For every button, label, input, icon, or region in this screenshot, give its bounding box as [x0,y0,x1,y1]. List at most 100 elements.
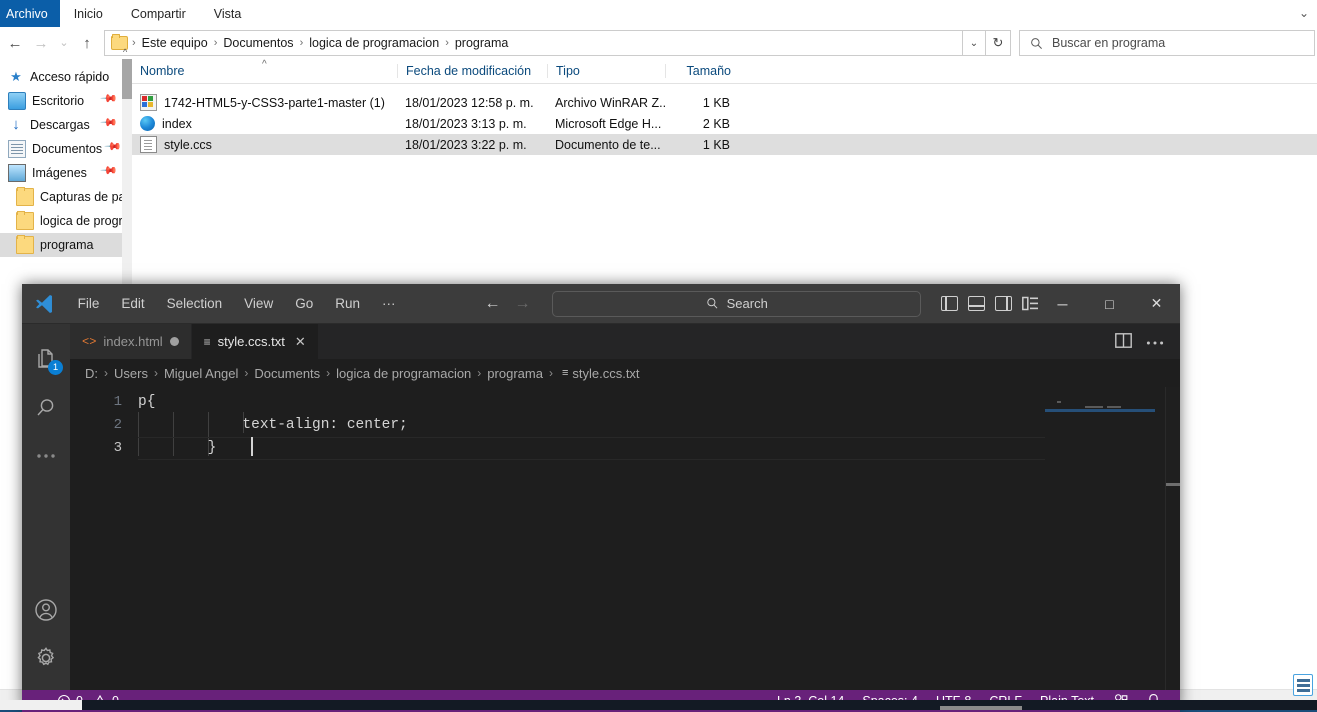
menu-more-icon[interactable]: ··· [371,284,407,323]
sidebar-item-settings[interactable] [22,634,70,682]
column-header-nombre[interactable]: Nombre ^ [132,59,397,78]
file-name-label: index [162,116,192,131]
sidebar-item-label: Imágenes [32,166,87,180]
breadcrumb-programa[interactable]: programa [484,366,546,381]
menu-edit[interactable]: Edit [110,284,155,323]
ribbon-tab-label: Vista [213,6,242,21]
table-row[interactable]: index 18/01/2023 3:13 p. m. Microsoft Ed… [132,113,1317,134]
file-name-cell: 1742-HTML5-y-CSS3-parte1-master (1) [132,94,397,111]
close-button[interactable]: ✕ [1133,284,1180,323]
close-tab-icon[interactable]: ✕ [295,334,306,350]
scroll-up-icon[interactable]: ^ [123,47,127,57]
column-header-label: Tamaño [686,64,731,78]
sidebar-item-search[interactable] [22,384,70,432]
editor-vertical-scrollbar[interactable] [1165,387,1180,690]
forward-button[interactable]: → [28,30,54,56]
taskbar-window-preview[interactable] [0,700,82,710]
unsaved-indicator-icon[interactable] [169,337,179,346]
sidebar-item-documentos[interactable]: Documentos 📌 [0,137,122,161]
toggle-panel-icon[interactable] [968,296,985,311]
up-button[interactable]: ↑ [74,30,100,56]
sidebar-item-capturas-de-pantalla[interactable]: Capturas de pan [0,185,122,209]
column-header-tipo[interactable]: Tipo [547,64,665,78]
code-line[interactable]: text-align: center; [138,414,1045,437]
expand-ribbon-icon[interactable]: ⌄ [1299,6,1309,20]
breadcrumb-logica-de-programacion[interactable]: logica de programacion [304,36,444,50]
menu-selection[interactable]: Selection [156,284,234,323]
editor-minimap[interactable] [1045,387,1165,690]
breadcrumb-programa[interactable]: programa [450,36,514,50]
sidebar-item-logica-de-programacion[interactable]: logica de progra [0,209,122,233]
sidebar-item-accounts[interactable] [22,586,70,634]
customize-layout-icon[interactable] [1022,296,1039,311]
menu-go[interactable]: Go [284,284,324,323]
sidebar-item-explorer[interactable]: 1 [22,336,70,384]
ribbon-tab-label: Archivo [6,6,48,21]
toggle-secondary-sidebar-icon[interactable] [995,296,1012,311]
recent-locations-button[interactable]: ⌄ [54,30,74,56]
sidebar-item-acceso-rapido[interactable]: ★ Acceso rápido [0,65,122,89]
menu-run[interactable]: Run [324,284,371,323]
address-bar[interactable]: › Este equipo › Documentos › logica de p… [104,30,963,56]
table-row[interactable]: style.ccs 18/01/2023 3:22 p. m. Document… [132,134,1317,155]
column-header-fecha[interactable]: Fecha de modificación [397,64,547,78]
ribbon-tab-vista[interactable]: Vista [200,0,256,27]
breadcrumb-file[interactable]: style.ccs.txt [572,366,642,381]
vscode-main: 1 <> index.html ≡ style.ccs.txt ✕ D: › U… [22,324,1180,690]
ribbon-tab-inicio[interactable]: Inicio [60,0,117,27]
column-header-tamano[interactable]: Tamaño [665,64,739,78]
sidebar-item-imagenes[interactable]: Imágenes 📌 [0,161,122,185]
breadcrumb-separator: › [104,366,108,380]
file-date-cell: 18/01/2023 3:13 p. m. [405,116,527,131]
breadcrumb-logica-de-programacion[interactable]: logica de programacion [333,366,474,381]
sidebar-item-programa[interactable]: programa [0,233,122,257]
maximize-button[interactable]: □ [1086,284,1133,323]
go-forward-icon[interactable]: → [514,295,530,313]
pin-icon[interactable]: 📌 [100,89,119,108]
tab-style-ccs-txt[interactable]: ≡ style.ccs.txt ✕ [191,324,319,359]
menu-file[interactable]: File [67,284,111,323]
minimize-button[interactable]: ─ [1039,284,1086,323]
sidebar-item-more-views[interactable] [22,432,70,480]
split-editor-icon[interactable] [1115,332,1132,351]
text-cursor [251,437,253,456]
taskbar-active-indicator[interactable] [940,706,1022,710]
pin-icon[interactable]: 📌 [104,137,122,156]
menu-view[interactable]: View [233,284,284,323]
back-button[interactable]: ← [2,30,28,56]
sidebar-item-escritorio[interactable]: Escritorio 📌 [0,89,122,113]
explorer-navigation-bar: ← → ⌄ ↑ › Este equipo › Documentos › log… [0,27,1317,59]
breadcrumb-users[interactable]: Users [111,366,151,381]
command-center-search[interactable]: Search [552,290,921,317]
folder-icon [16,235,34,254]
breadcrumb-drive[interactable]: D: [82,366,101,381]
tab-label: style.ccs.txt [217,334,285,349]
breadcrumb-documentos[interactable]: Documentos [218,36,298,50]
sidebar-item-descargas[interactable]: ↓ Descargas 📌 [0,113,122,137]
ribbon-tab-archivo[interactable]: Archivo [0,0,60,27]
toggle-primary-sidebar-icon[interactable] [941,296,958,311]
ribbon-tab-compartir[interactable]: Compartir [117,0,200,27]
scrollbar-thumb[interactable] [122,59,132,99]
windows-taskbar[interactable] [0,700,1317,710]
pin-icon[interactable]: 📌 [100,161,119,180]
table-row[interactable]: 1742-HTML5-y-CSS3-parte1-master (1) 18/0… [132,92,1317,113]
refresh-button[interactable]: ↻ [986,30,1011,56]
more-actions-icon[interactable] [1146,334,1164,349]
breadcrumb-este-equipo[interactable]: Este equipo [137,36,213,50]
tab-index-html[interactable]: <> index.html [70,324,192,359]
code-line[interactable]: } [138,437,1045,460]
pin-icon[interactable]: 📌 [100,113,119,132]
notification-tray-icon[interactable] [1293,674,1313,696]
code-editor[interactable]: 1 2 3 p{ text-align: center; } [70,387,1180,690]
explorer-search-box[interactable]: Buscar en programa [1019,30,1315,56]
breadcrumb-documents[interactable]: Documents [251,366,323,381]
address-history-dropdown[interactable]: ⌄ [963,30,986,56]
code-lines[interactable]: p{ text-align: center; } [138,387,1045,690]
scrollbar-thumb[interactable] [1166,387,1180,483]
code-line[interactable]: p{ [138,391,1045,414]
breadcrumb-miguel-angel[interactable]: Miguel Angel [161,366,241,381]
ribbon-tab-label: Compartir [130,6,186,21]
go-back-icon[interactable]: ← [484,295,500,313]
file-list-column-headers: Nombre ^ Fecha de modificación Tipo Tama… [132,59,1317,84]
